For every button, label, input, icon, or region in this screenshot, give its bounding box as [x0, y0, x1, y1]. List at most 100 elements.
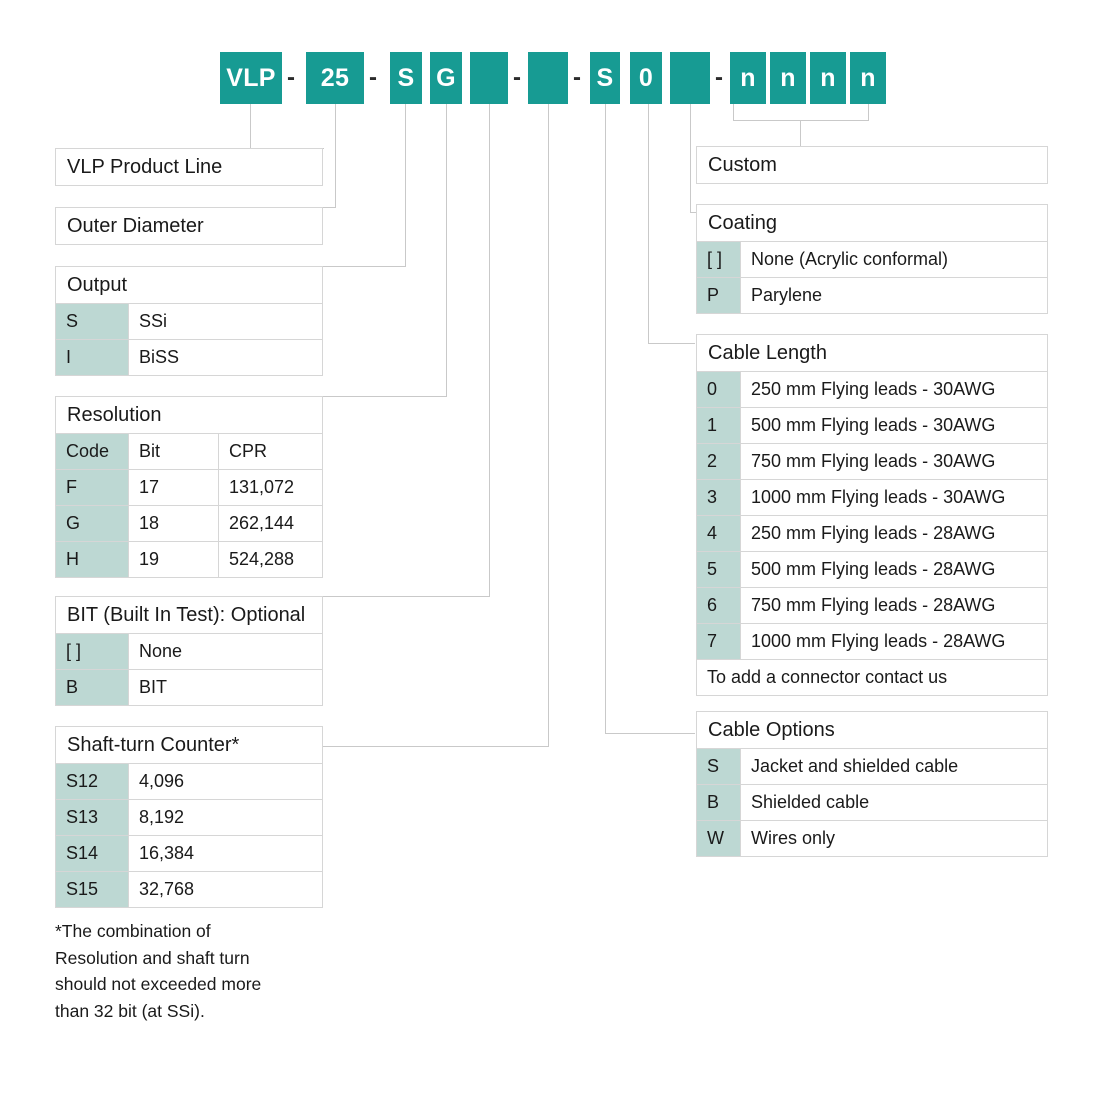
coating-desc: Parylene [751, 285, 823, 305]
table-cable-options: Cable Options S Jacket and shielded cabl… [696, 711, 1048, 857]
bit-code: B [56, 670, 129, 705]
table-output: Output S SSi I BiSS [55, 266, 323, 376]
table-custom: Custom [696, 146, 1048, 184]
table-row: [ ] None [55, 634, 323, 670]
part-number-separator: - [513, 64, 521, 91]
bit-desc: None [139, 641, 183, 661]
connector-bit-horizontal [322, 596, 490, 597]
connector-output-vertical [405, 104, 406, 266]
bit-code: [ ] [56, 634, 129, 669]
cable-options-title: Cable Options [708, 718, 835, 741]
part-number-separator: - [715, 64, 723, 91]
cable-length-code: 0 [697, 372, 741, 407]
table-row: S SSi [55, 304, 323, 340]
resolution-cpr: 524,288 [229, 549, 295, 569]
cable-length-code: 5 [697, 552, 741, 587]
table-cable-length: Cable Length 0 250 mm Flying leads - 30A… [696, 334, 1048, 696]
cable-length-desc: 500 mm Flying leads - 28AWG [751, 559, 996, 579]
cable-length-footer: To add a connector contact us [707, 667, 948, 687]
table-row: S14 16,384 [55, 836, 323, 872]
output-desc: SSi [139, 311, 168, 331]
cable-length-desc: 1000 mm Flying leads - 28AWG [751, 631, 1006, 651]
table-row: S15 32,768 [55, 872, 323, 908]
resolution-code: F [56, 470, 129, 505]
resolution-cpr: 131,072 [229, 477, 295, 497]
resolution-bit: 17 [129, 470, 219, 505]
footnote-text: *The combination of Resolution and shaft… [55, 921, 262, 1021]
connector-od-vertical [335, 104, 336, 207]
coating-code: P [697, 278, 741, 313]
connector-custom-leg-4 [868, 104, 869, 120]
cable-options-desc: Shielded cable [751, 792, 870, 812]
output-desc: BiSS [139, 347, 180, 367]
resolution-title: Resolution [67, 403, 162, 426]
shaft-turn-desc: 4,096 [139, 771, 185, 791]
table-row: 5 500 mm Flying leads - 28AWG [696, 552, 1048, 588]
table-coating: Coating [ ] None (Acrylic conformal) P P… [696, 204, 1048, 314]
resolution-bit: 18 [129, 506, 219, 541]
table-outer-diameter: Outer Diameter [55, 207, 323, 245]
connector-custom-stem [800, 120, 801, 146]
shaft-turn-title: Shaft-turn Counter* [67, 733, 240, 756]
part-number-box-n: n [730, 52, 766, 104]
cable-options-desc: Wires only [751, 828, 836, 848]
shaft-turn-code: S13 [56, 800, 129, 835]
table-row: 0 250 mm Flying leads - 30AWG [696, 372, 1048, 408]
connector-od-horizontal [322, 207, 336, 208]
table-row: 4 250 mm Flying leads - 28AWG [696, 516, 1048, 552]
part-number-separator: - [369, 64, 377, 91]
cable-length-desc: 500 mm Flying leads - 30AWG [751, 415, 996, 435]
connector-vlp-vertical [250, 104, 251, 148]
custom-title: Custom [708, 153, 777, 176]
coating-desc: None (Acrylic conformal) [751, 249, 949, 269]
table-row: I BiSS [55, 340, 323, 376]
cable-length-desc: 250 mm Flying leads - 28AWG [751, 523, 996, 543]
resolution-bit: 19 [129, 542, 219, 577]
connector-shaft-horizontal [322, 746, 549, 747]
table-row: S12 4,096 [55, 764, 323, 800]
table-header-row: Coating [696, 204, 1048, 242]
table-header-row: Cable Length [696, 334, 1048, 372]
cable-options-code: W [697, 821, 741, 856]
table-header-row: Output [55, 266, 323, 304]
output-title: Output [67, 273, 128, 296]
part-number-box-blank [470, 52, 508, 104]
table-row: Outer Diameter [55, 207, 323, 245]
table-row: 1 500 mm Flying leads - 30AWG [696, 408, 1048, 444]
output-code: S [56, 304, 129, 339]
part-number-box-vlp: VLP [220, 52, 282, 104]
connector-cable-options-vertical [605, 104, 606, 733]
connector-custom-leg-1 [733, 104, 734, 120]
part-number-separator: - [573, 64, 581, 91]
connector-resolution-horizontal [322, 396, 447, 397]
connector-shaft-vertical [548, 104, 549, 746]
table-shaft-turn-counter: Shaft-turn Counter* S12 4,096 S13 8,192 … [55, 726, 323, 908]
table-header-row: Shaft-turn Counter* [55, 726, 323, 764]
part-number-box-g: G [430, 52, 462, 104]
table-header-row: BIT (Built In Test): Optional [55, 596, 323, 634]
coating-code: [ ] [697, 242, 741, 277]
table-row: H 19 524,288 [55, 542, 323, 578]
connector-output-horizontal [322, 266, 406, 267]
cable-length-code: 1 [697, 408, 741, 443]
table-row: 6 750 mm Flying leads - 28AWG [696, 588, 1048, 624]
part-number-box-s: S [390, 52, 422, 104]
product-line-title: VLP Product Line [67, 155, 223, 178]
table-row: P Parylene [696, 278, 1048, 314]
shaft-turn-desc: 8,192 [139, 807, 185, 827]
part-number-separator: - [287, 64, 295, 91]
shaft-turn-code: S15 [56, 872, 129, 907]
table-product-line: VLP Product Line [55, 148, 323, 186]
part-number-configurator-diagram: VLP -25- S G - - S 0- n n n n VLP Produc… [0, 0, 1093, 1115]
cable-length-code: 6 [697, 588, 741, 623]
cable-length-desc: 250 mm Flying leads - 30AWG [751, 379, 996, 399]
connector-bit-vertical [489, 104, 490, 596]
cable-length-title: Cable Length [708, 341, 827, 364]
table-bit: BIT (Built In Test): Optional [ ] None B… [55, 596, 323, 706]
connector-resolution-vertical [446, 104, 447, 396]
table-row: G 18 262,144 [55, 506, 323, 542]
cable-length-desc: 750 mm Flying leads - 30AWG [751, 451, 996, 471]
table-row: 3 1000 mm Flying leads - 30AWG [696, 480, 1048, 516]
cable-length-desc: 750 mm Flying leads - 28AWG [751, 595, 996, 615]
table-row: W Wires only [696, 821, 1048, 857]
